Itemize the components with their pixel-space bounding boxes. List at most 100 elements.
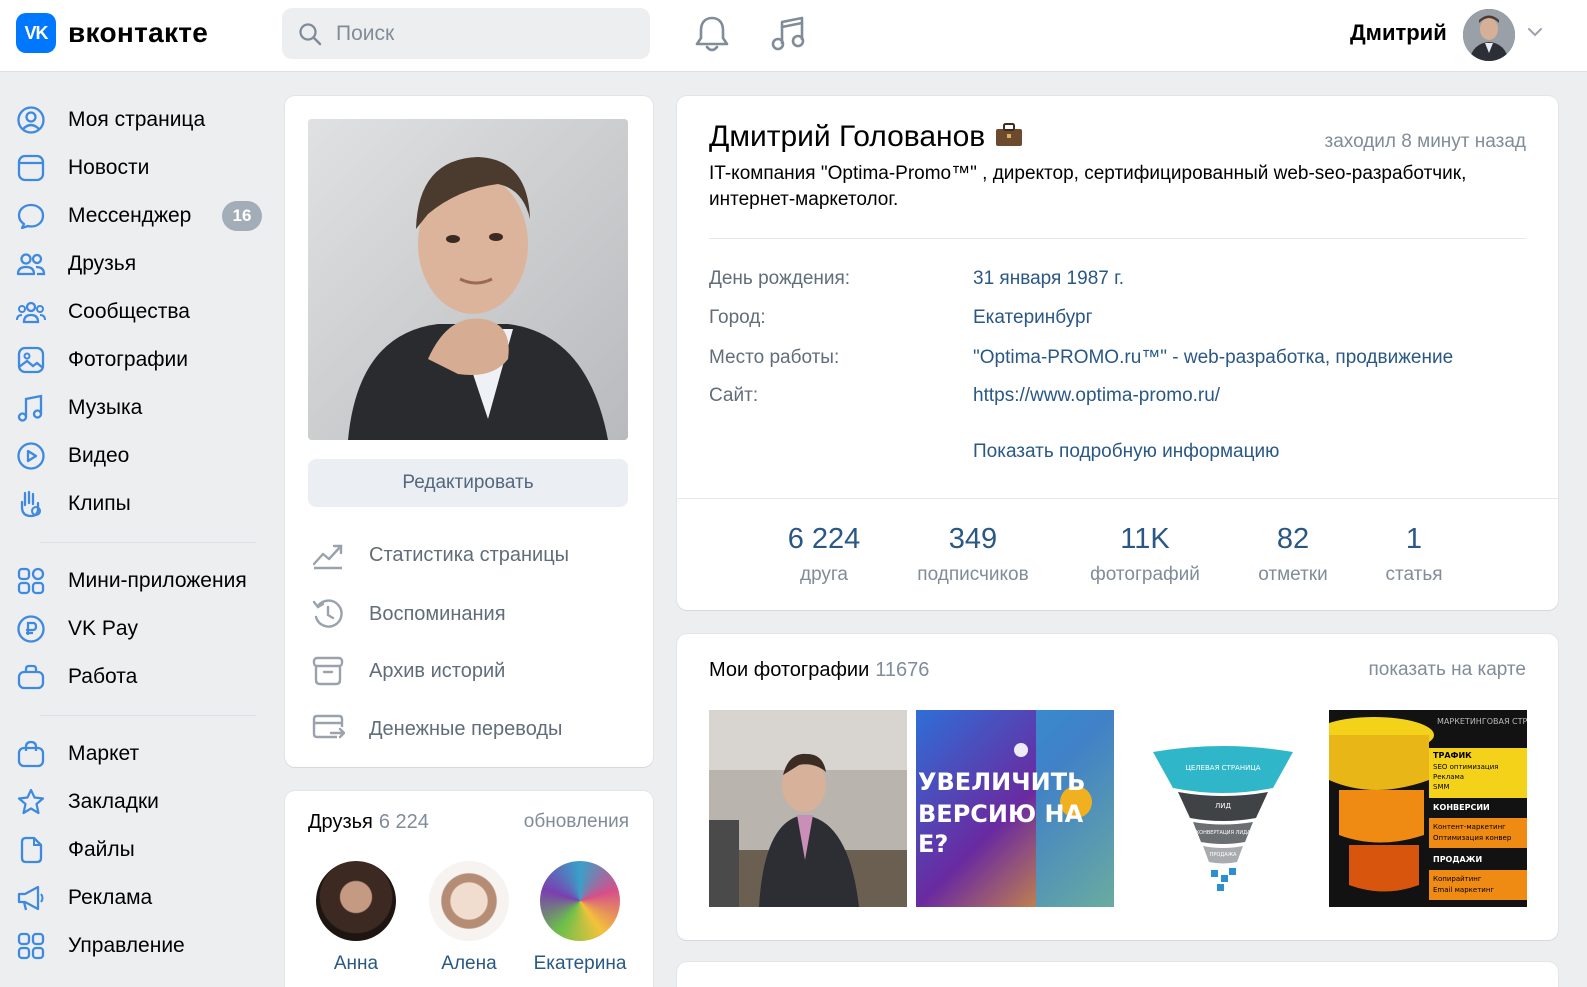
photo-thumb[interactable]: МАРКЕТИНГОВАЯ СТРАТ ТРАФИК SEO оптимизац… [1329,710,1527,907]
menu-item-page-stats[interactable]: Статистика страницы [311,540,569,570]
friend-name: Алена [441,953,497,974]
profile-info-card: Дмитрий Голованов заходил 8 минут назад … [677,96,1558,610]
work-icon [17,664,45,690]
show-on-map-link[interactable]: показать на карте [1368,659,1526,681]
info-value-link[interactable]: https://www.optima-promo.ru/ [973,385,1220,407]
menu-item-stories-archive[interactable]: Архив историй [311,655,505,687]
search-box[interactable] [282,8,650,59]
sidebar-item-label: VK Pay [68,617,139,640]
profile-photo-image [308,119,628,440]
friend-item[interactable]: Екатерина [530,861,630,975]
chevron-down-icon[interactable] [1527,25,1543,39]
search-input[interactable] [336,21,636,46]
profile-photo-card: Редактировать Статистика страницы Воспом… [285,96,653,767]
info-value-link[interactable]: "Optima-PROMO.ru™" - web-разработка, про… [973,347,1453,369]
photo-thumb[interactable] [709,710,907,907]
sidebar-item-communities[interactable]: Сообщества [16,288,266,336]
sidebar-item-my-page[interactable]: Моя страница [16,96,266,144]
edit-profile-button[interactable]: Редактировать [308,459,628,507]
apps-icon [17,567,45,595]
sidebar-item-messenger[interactable]: Мессенджер 16 [16,192,266,240]
profile-name: Дмитрий Голованов [709,120,986,153]
show-details-link[interactable]: Показать подробную информацию [973,441,1279,463]
menu-item-money-transfers[interactable]: Денежные переводы [311,713,562,745]
friend-item[interactable]: Алена [419,861,519,975]
friend-item[interactable]: Анна [306,861,406,975]
video-icon [17,442,45,470]
counter-articles[interactable]: 1 статья [1385,523,1442,586]
sidebar-item-clips[interactable]: Клипы [16,480,266,528]
sidebar-item-friends[interactable]: Друзья [16,240,266,288]
archive-icon [312,656,344,686]
music-note-icon[interactable] [770,14,806,54]
sidebar-item-files[interactable]: Файлы [16,826,266,874]
info-key: Место работы: [709,347,840,368]
info-value-link[interactable]: Екатеринбург [973,307,1093,329]
counter-number: 11K [1120,523,1170,555]
photo-thumb[interactable]: ЦЕЛЕВАЯ СТРАНИЦА ЛИД КОНВЕРТАЦИЯ ЛИДА ПР… [1123,710,1321,907]
header-user-name[interactable]: Дмитрий [1350,20,1447,46]
files-icon [20,836,43,864]
strategy-label: SEO оптимизация [1433,763,1498,771]
friend-avatar [540,861,620,941]
photo-thumb[interactable]: УВЕЛИЧИТЬ ВЕРСИЮ НА E? [916,710,1114,907]
photos-title-label: Мои фотографии [709,659,870,681]
unread-badge: 16 [222,201,262,231]
my-photos-card: Мои фотографии 11676 показать на карте УВ… [677,634,1558,940]
sidebar-item-manage[interactable]: Управление [16,922,266,970]
market-icon [17,740,45,768]
sidebar-item-label: Фотографии [68,348,189,371]
friends-title[interactable]: Друзья 6 224 [308,811,429,834]
counter-number: 82 [1276,523,1310,555]
nav-divider [40,715,256,716]
friends-updates-link[interactable]: обновления [524,811,629,833]
manage-icon [17,932,45,960]
counter-label: статья [1385,564,1443,585]
sidebar-item-vk-pay[interactable]: VK Pay [16,605,266,653]
profile-status[interactable]: IT-компания "Optima-Promo™" , директор, … [709,161,1469,213]
info-key: Сайт: [709,385,759,406]
sidebar-item-news[interactable]: Новости [16,144,266,192]
sidebar-item-market[interactable]: Маркет [16,730,266,778]
photo-thumb-image: МАРКЕТИНГОВАЯ СТРАТ ТРАФИК SEO оптимизац… [1329,710,1527,907]
memories-icon [312,599,343,628]
profile-photo[interactable] [308,119,628,440]
sidebar-item-label: Мессенджер [68,204,192,227]
sidebar-item-label: Клипы [68,492,131,515]
sidebar-item-label: Сообщества [68,300,190,323]
vk-logo[interactable]: VK вконтакте [16,13,208,53]
photos-title[interactable]: Мои фотографии 11676 [709,659,929,682]
sidebar-item-ads[interactable]: Реклама [16,874,266,922]
friends-icon [16,253,46,276]
sidebar-item-photos[interactable]: Фотографии [16,336,266,384]
counter-followers[interactable]: 349 подписчиков [917,523,1028,586]
counter-tags[interactable]: 82 отметки [1258,523,1327,586]
header-avatar[interactable] [1463,9,1515,61]
counter-friends[interactable]: 6 224 друга [788,523,861,586]
counter-photos[interactable]: 11K фотографий [1090,523,1200,586]
top-header: VK вконтакте Дмитрий [0,0,1587,72]
sidebar-item-music[interactable]: Музыка [16,384,266,432]
sidebar-item-label: Моя страница [68,108,206,131]
sidebar-item-bookmarks[interactable]: Закладки [16,778,266,826]
menu-item-memories[interactable]: Воспоминания [311,597,506,631]
strategy-title: МАРКЕТИНГОВАЯ СТРАТ [1437,717,1527,726]
briefcase-icon [995,121,1023,146]
info-value-link[interactable]: 31 января 1987 г. [973,268,1124,290]
bookmark-icon [17,788,45,815]
photo-thumb-image: УВЕЛИЧИТЬ ВЕРСИЮ НА E? [916,710,1114,907]
sidebar-item-video[interactable]: Видео [16,432,266,480]
bell-icon[interactable] [694,14,730,54]
sidebar-item-label: Мини-приложения [68,569,247,592]
photos-count: 11676 [875,659,930,681]
funnel-label: ЦЕЛЕВАЯ СТРАНИЦА [1185,764,1260,772]
thumb-text-line: ВЕРСИЮ НА [918,800,1084,828]
sidebar-item-work[interactable]: Работа [16,653,266,701]
counter-number: 349 [948,523,998,555]
counter-label: подписчиков [917,564,1029,585]
info-key: День рождения: [709,268,851,289]
sidebar-item-mini-apps[interactable]: Мини-приложения [16,557,266,605]
vk-logo-text: вконтакте [68,17,209,48]
nav-divider [40,542,256,543]
menu-item-label: Воспоминания [369,602,506,625]
